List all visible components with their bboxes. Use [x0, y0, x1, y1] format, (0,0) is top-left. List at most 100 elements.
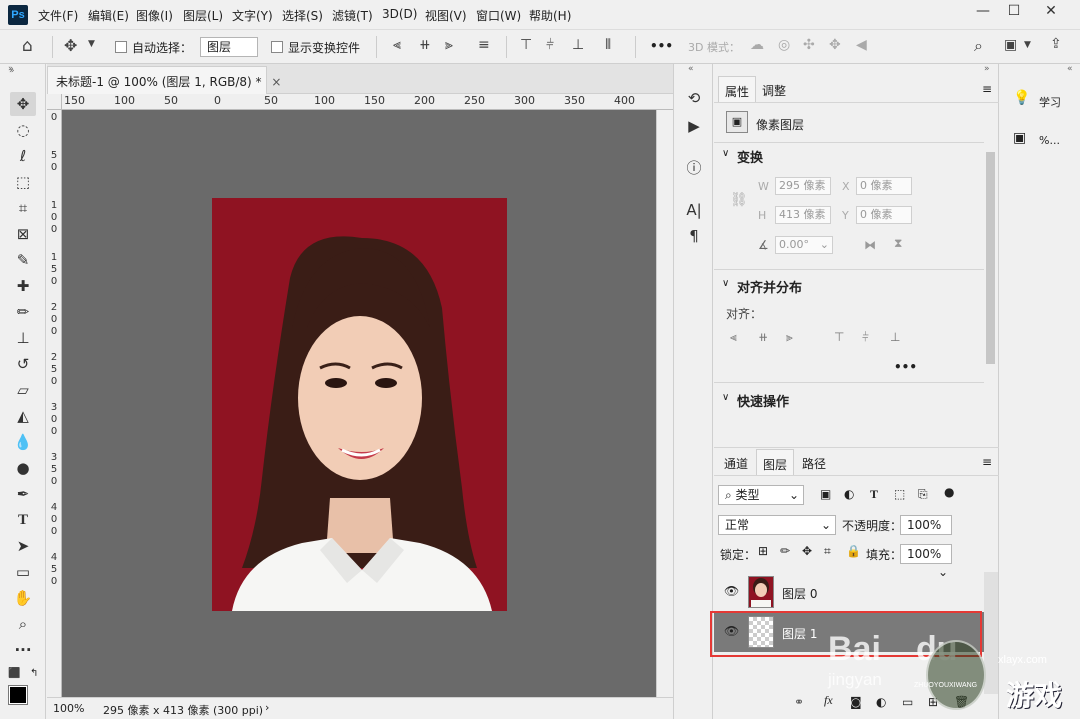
menu-filter[interactable]: 滤镜(T): [332, 7, 373, 24]
zoom-level[interactable]: 100%: [53, 702, 84, 715]
minimize-button[interactable]: —: [966, 0, 1000, 24]
zoom-tool[interactable]: ⌕: [10, 612, 36, 636]
layer-name[interactable]: 图层 0: [782, 585, 817, 602]
tab-paths[interactable]: 路径: [796, 449, 832, 475]
move-tool-icon[interactable]: ✥: [64, 36, 77, 55]
align-bottom-icon[interactable]: ⊥: [572, 37, 584, 53]
fill-field[interactable]: 100% ⌄: [900, 544, 952, 579]
align-right-icon[interactable]: ⫸: [445, 37, 453, 53]
panel-scrollbar[interactable]: [986, 152, 995, 364]
move-tool[interactable]: ✥: [10, 92, 36, 116]
eraser-tool[interactable]: ▱: [10, 378, 36, 402]
filter-shape-icon[interactable]: ⬚: [894, 487, 905, 501]
layers-scrollbar[interactable]: [984, 572, 998, 694]
y-field[interactable]: 0 像素: [856, 206, 912, 224]
collapse-icon[interactable]: «: [1067, 64, 1073, 74]
tab-properties[interactable]: 属性: [718, 76, 757, 102]
workspace-chevron-icon[interactable]: ▼: [1024, 40, 1031, 50]
menu-select[interactable]: 选择(S): [282, 7, 323, 24]
chevron-down-icon[interactable]: ∨: [722, 392, 729, 403]
align-left-icon[interactable]: ⫷: [730, 330, 737, 345]
chevron-down-icon[interactable]: ∨: [722, 278, 729, 289]
align-top-icon[interactable]: ⊤: [520, 37, 532, 53]
chevron-down-icon[interactable]: ▼: [88, 39, 95, 49]
collapse-icon[interactable]: «: [688, 64, 694, 74]
chevron-down-icon[interactable]: ∨: [722, 148, 729, 159]
close-button[interactable]: ✕: [1034, 0, 1068, 24]
flip-horizontal-icon[interactable]: ⧓: [864, 238, 876, 252]
distribute-horizontal-icon[interactable]: ⦀: [605, 37, 611, 53]
paint-bucket-tool[interactable]: ◭: [10, 404, 36, 428]
tab-channels[interactable]: 通道: [718, 449, 754, 475]
collapse-icon[interactable]: »: [984, 64, 990, 74]
path-selection-tool[interactable]: ➤: [10, 534, 36, 558]
visibility-eye-icon[interactable]: 👁: [724, 584, 739, 598]
menu-view[interactable]: 视图(V): [425, 7, 467, 24]
lock-transparent-icon[interactable]: ⊞: [758, 544, 768, 558]
menu-3d[interactable]: 3D(D): [382, 7, 417, 21]
align-hcenter-icon[interactable]: ⧺: [758, 330, 768, 344]
auto-select-checkbox[interactable]: [115, 41, 127, 53]
history-brush-tool[interactable]: ↺: [10, 352, 36, 376]
align-more-button[interactable]: •••: [894, 360, 917, 374]
vertical-scrollbar[interactable]: [656, 110, 673, 697]
paragraph-icon[interactable]: ¶: [681, 224, 707, 248]
menu-layer[interactable]: 图层(L): [183, 7, 223, 24]
tab-layers[interactable]: 图层: [756, 449, 795, 475]
flip-vertical-icon[interactable]: ⧗: [894, 236, 902, 251]
lock-artboard-icon[interactable]: ⌗: [824, 544, 831, 559]
align-top-icon[interactable]: ⊤: [834, 330, 844, 344]
portrait-photo[interactable]: [212, 198, 507, 611]
blur-tool[interactable]: 💧: [10, 430, 36, 454]
frame-tool[interactable]: ⊠: [10, 222, 36, 246]
eyedropper-tool[interactable]: ✎: [10, 248, 36, 272]
canvas-area[interactable]: [62, 110, 656, 697]
filter-type-icon[interactable]: T: [870, 487, 878, 502]
search-icon[interactable]: ⌕: [974, 36, 983, 56]
filter-pixel-icon[interactable]: ▣: [820, 487, 831, 501]
height-field[interactable]: 413 像素: [775, 206, 831, 224]
lasso-tool[interactable]: ℓ: [10, 144, 36, 168]
swap-colors-icon[interactable]: ↰: [30, 668, 38, 679]
align-right-icon[interactable]: ⫸: [786, 330, 793, 345]
align-hcenter-icon[interactable]: ⧺: [419, 37, 431, 53]
menu-window[interactable]: 窗口(W): [476, 7, 521, 24]
new-group-icon[interactable]: ▭: [902, 695, 913, 709]
lock-all-icon[interactable]: 🔒: [846, 544, 861, 558]
align-left-icon[interactable]: ⫷: [393, 37, 401, 53]
rectangle-tool[interactable]: ▭: [10, 560, 36, 584]
home-icon[interactable]: ⌂: [22, 36, 33, 56]
x-field[interactable]: 0 像素: [856, 177, 912, 195]
link-layers-icon[interactable]: ⚭: [794, 695, 804, 709]
brush-tool[interactable]: ✏: [10, 300, 36, 324]
filter-smart-object-icon[interactable]: ⎘: [918, 487, 928, 502]
pen-tool[interactable]: ✒: [10, 482, 36, 506]
libraries-panel-button[interactable]: ▣ %...: [1007, 124, 1077, 158]
status-menu-arrow[interactable]: ›: [265, 701, 269, 714]
filter-toggle-icon[interactable]: ●: [944, 485, 954, 499]
layer-filter-dropdown[interactable]: ⌕ 类型 ⌄: [718, 485, 804, 505]
panel-menu-icon[interactable]: ≡: [982, 455, 992, 469]
healing-brush-tool[interactable]: ✚: [10, 274, 36, 298]
distribute-vertical-icon[interactable]: ≡: [478, 37, 490, 53]
actions-play-icon[interactable]: ▶: [681, 114, 707, 138]
menu-file[interactable]: 文件(F): [38, 7, 78, 24]
adjustment-layer-icon[interactable]: ◐: [876, 695, 886, 709]
width-field[interactable]: 295 像素: [775, 177, 831, 195]
menu-type[interactable]: 文字(Y): [232, 7, 273, 24]
delete-layer-icon[interactable]: 🗑: [954, 695, 969, 709]
filter-adjustment-icon[interactable]: ◐: [844, 487, 854, 501]
marquee-tool[interactable]: ◌: [10, 118, 36, 142]
clone-stamp-tool[interactable]: ⊥: [10, 326, 36, 350]
layer-row[interactable]: 👁 图层 0: [714, 572, 984, 612]
dodge-tool[interactable]: ●: [10, 456, 36, 480]
blend-mode-dropdown[interactable]: 正常 ⌄: [718, 515, 836, 535]
info-icon[interactable]: ⓘ: [681, 156, 707, 180]
type-tool[interactable]: T: [10, 508, 36, 532]
workspace-icon[interactable]: ▣: [1004, 37, 1017, 53]
crop-tool[interactable]: ⌗: [10, 196, 36, 220]
align-bottom-icon[interactable]: ⊥: [890, 330, 900, 344]
collapse-icon[interactable]: »: [9, 66, 15, 76]
menu-help[interactable]: 帮助(H): [529, 7, 571, 24]
share-icon[interactable]: ⇪: [1050, 36, 1062, 52]
